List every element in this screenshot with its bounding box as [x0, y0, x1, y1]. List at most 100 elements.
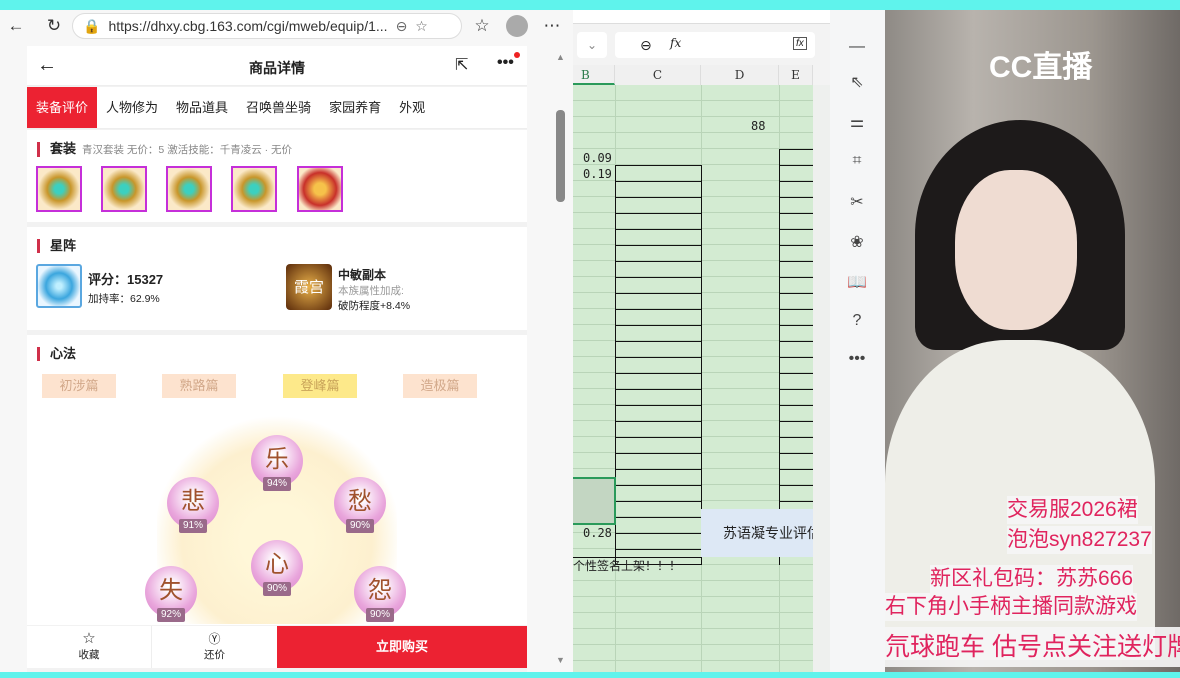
zoom-icon[interactable]: ⊖: [640, 37, 652, 54]
page-header: ← 商品详情 ⇱ •••: [27, 46, 527, 86]
gallery-icon[interactable]: ❀: [845, 232, 869, 252]
star-rate: 加持率：62.9%: [88, 293, 160, 305]
sheet-scrollbar[interactable]: [813, 85, 830, 672]
xinfa-level[interactable]: 初涉篇: [42, 374, 116, 398]
column-header-c[interactable]: C: [615, 65, 701, 85]
equip-item[interactable]: [36, 166, 82, 212]
refresh-icon[interactable]: ↻: [40, 16, 68, 36]
bordered-range: [615, 165, 702, 565]
selected-cell[interactable]: [573, 477, 616, 525]
scroll-up-icon[interactable]: ▲: [556, 52, 565, 62]
crop-icon[interactable]: ⌗: [845, 152, 869, 170]
xinfa-level[interactable]: 造极篇: [403, 374, 477, 398]
xinfa-level[interactable]: 熟路篇: [162, 374, 236, 398]
back-icon[interactable]: ←: [2, 16, 30, 36]
star-icon[interactable]: ☆: [415, 18, 428, 35]
emblem-icon: 霞宫: [286, 264, 332, 310]
star-name: 中敏副本: [338, 268, 387, 282]
star-section: 星阵 评分：15327 加持率：62.9% 霞宫 中敏副本 本族属性加成: 破防…: [27, 227, 527, 330]
cursor-icon[interactable]: ⇖: [845, 72, 869, 92]
equip-item[interactable]: [166, 166, 212, 212]
suit-heading: 套装 青汉套装 无价：5 激活技能：千青凌云 · 无价: [37, 142, 292, 157]
favorites-icon[interactable]: ☆: [468, 16, 496, 36]
spreadsheet: ⌄ ⊖ fx fx B C D E 苏语凝专业评估 个性签名上架！！！ 88 0…: [573, 10, 830, 672]
xinfa-node[interactable]: 失 92%: [145, 566, 197, 622]
column-header-d[interactable]: D: [701, 65, 779, 85]
xinfa-level-active[interactable]: 登峰篇: [283, 374, 357, 398]
help-icon[interactable]: ?: [845, 312, 869, 330]
overlay-text: 新区礼包码：苏苏666: [930, 565, 1134, 593]
url-text: https://dhxy.cbg.163.com/cgi/mweb/equip/…: [108, 18, 388, 34]
crystal-icon: [36, 264, 82, 308]
streamer-face: [955, 170, 1077, 330]
insert-function-icon[interactable]: fx: [793, 37, 807, 50]
book-icon[interactable]: 📖: [845, 272, 869, 292]
address-bar[interactable]: 🔒 https://dhxy.cbg.163.com/cgi/mweb/equip…: [72, 13, 462, 39]
minimize-icon[interactable]: —: [845, 38, 869, 56]
profile-icon[interactable]: [506, 15, 528, 37]
scroll-down-icon[interactable]: ▼: [556, 655, 565, 665]
page-scrollbar[interactable]: [556, 110, 565, 202]
tab-items[interactable]: 物品道具: [167, 87, 237, 128]
xinfa-node[interactable]: 愁 90%: [334, 477, 386, 533]
formula-bar[interactable]: ⊖ fx fx: [615, 32, 815, 58]
more-menu-icon[interactable]: •••: [497, 54, 514, 72]
signature-cell[interactable]: 个性签名上架！！！: [573, 557, 701, 573]
tab-pets[interactable]: 召唤兽坐骑: [237, 87, 320, 128]
tab-bar: 装备评价 人物修为 物品道具 召唤兽坐骑 家园养育 外观: [27, 87, 527, 129]
product-page: ← 商品详情 ⇱ ••• 装备评价 人物修为 物品道具 召唤兽坐骑 家园养育 外…: [27, 46, 527, 672]
cell-d88[interactable]: 88: [751, 119, 765, 133]
star-sub: 本族属性加成:: [338, 285, 404, 297]
suit-info: 青汉套装 无价：5 激活技能：千青凌云 · 无价: [82, 144, 293, 156]
overlay-text: 交易服2026裙: [1007, 496, 1138, 524]
zoom-out-icon[interactable]: ⊖: [396, 18, 408, 35]
overlay-text: 氘球跑车 估号点关注送灯牌: [885, 627, 1180, 667]
favorite-button[interactable]: ☆ 收藏: [27, 626, 152, 668]
tab-equip-eval[interactable]: 装备评价: [27, 87, 98, 128]
more-icon[interactable]: •••: [845, 350, 869, 368]
equip-item[interactable]: [231, 166, 277, 212]
tab-character[interactable]: 人物修为: [97, 87, 167, 128]
sliders-icon[interactable]: ⚌: [845, 112, 869, 132]
page-title: 商品详情: [249, 60, 305, 76]
name-box-dropdown[interactable]: ⌄: [577, 32, 607, 58]
xinfa-node[interactable]: 怨 90%: [354, 566, 406, 622]
equip-item[interactable]: [101, 166, 147, 212]
browser-toolbar: ← ↻ 🔒 https://dhxy.cbg.163.com/cgi/mweb/e…: [0, 10, 573, 42]
overlay-text: 泡泡syn827237: [1007, 526, 1152, 554]
xinfa-node[interactable]: 心 90%: [251, 540, 303, 596]
bargain-button[interactable]: Ⓨ 还价: [152, 626, 277, 668]
column-header-e[interactable]: E: [779, 65, 813, 85]
cell-value[interactable]: 0.09: [583, 151, 612, 165]
eval-cell[interactable]: 苏语凝专业评估: [701, 509, 813, 557]
tab-appearance[interactable]: 外观: [390, 87, 434, 128]
ribbon-strip: [573, 10, 830, 24]
xinfa-node[interactable]: 悲 91%: [167, 477, 219, 533]
share-icon[interactable]: ⇱: [455, 55, 468, 75]
tab-home[interactable]: 家园养育: [320, 87, 390, 128]
fx-label: fx: [670, 36, 682, 50]
star-bonus: 破防程度+8.4%: [338, 300, 411, 312]
xinfa-node[interactable]: 乐 94%: [251, 435, 303, 491]
notification-dot: [514, 52, 520, 58]
suit-section: 套装 青汉套装 无价：5 激活技能：千青凌云 · 无价: [27, 130, 527, 222]
yen-bubble-icon: Ⓨ: [208, 632, 221, 646]
cell-value[interactable]: 0.28: [583, 526, 612, 540]
column-header-b[interactable]: B: [573, 65, 615, 85]
star-outline-icon: ☆: [82, 630, 96, 647]
cell-value[interactable]: 0.19: [583, 167, 612, 181]
tools-icon[interactable]: ✂: [845, 192, 869, 212]
live-video: CC直播 交易服2026裙 泡泡syn827237 新区礼包码：苏苏666 右下…: [885, 10, 1180, 672]
equip-item[interactable]: [297, 166, 343, 212]
browser-window: ← ↻ 🔒 https://dhxy.cbg.163.com/cgi/mweb/e…: [0, 10, 573, 672]
overlay-text: 右下角小手柄主播同款游戏: [885, 593, 1137, 621]
star-heading: 星阵: [37, 239, 76, 253]
lock-icon: 🔒: [83, 17, 101, 34]
more-icon[interactable]: ⋯: [538, 16, 566, 36]
bottom-bar: ☆ 收藏 Ⓨ 还价 立即购买: [27, 626, 527, 668]
bordered-range: [779, 149, 813, 565]
star-score: 评分：15327: [88, 272, 164, 287]
side-toolbar: — ⇖ ⚌ ⌗ ✂ ❀ 📖 ? •••: [830, 10, 885, 672]
cell-grid[interactable]: 苏语凝专业评估 个性签名上架！！！ 88 0.09 0.19 0.28: [573, 85, 813, 672]
buy-now-button[interactable]: 立即购买: [277, 626, 527, 668]
